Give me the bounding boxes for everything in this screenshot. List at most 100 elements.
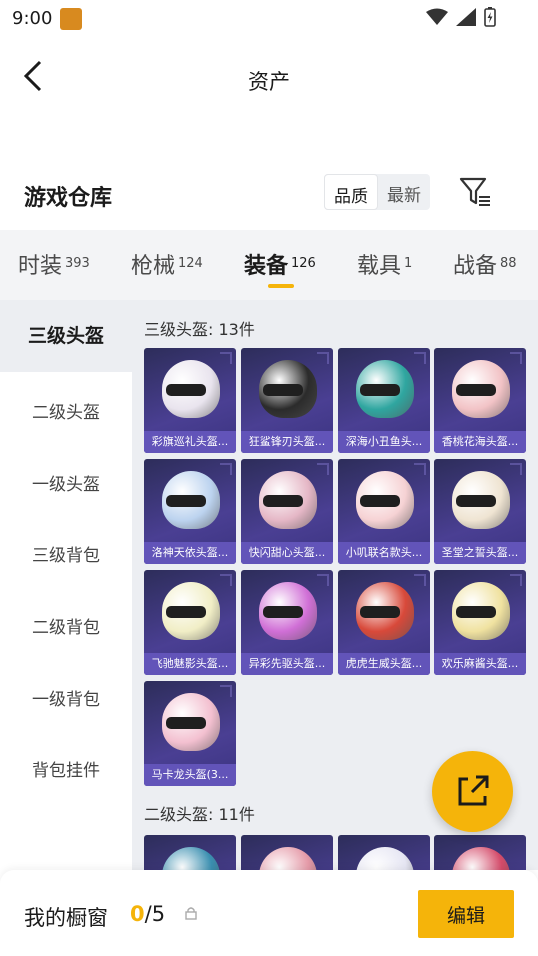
tab-label: 装备 xyxy=(244,254,289,279)
item-card-label: 彩旗巡礼头盔... xyxy=(144,431,236,453)
warehouse-title: 游戏仓库 xyxy=(24,186,113,211)
item-card[interactable] xyxy=(241,835,333,870)
subcategory-sidebar: 三级头盔 二级头盔 一级头盔 三级背包 二级背包 一级背包 背包挂件 xyxy=(0,300,132,870)
card-corner-decoration xyxy=(414,352,426,364)
status-time: 9:00 xyxy=(12,8,53,29)
helmet-visor xyxy=(360,495,400,507)
battery-icon xyxy=(484,7,496,27)
item-card[interactable]: 彩旗巡礼头盔... xyxy=(144,348,236,453)
card-corner-decoration xyxy=(317,463,329,475)
filter-icon[interactable] xyxy=(458,176,492,208)
item-card[interactable]: 洛神天依头盔... xyxy=(144,459,236,564)
sidebar-item-level1-helmet[interactable]: 一级头盔 xyxy=(0,470,132,495)
card-corner-decoration xyxy=(220,685,232,697)
helmet-visor xyxy=(360,606,400,618)
item-card-label: 深海小丑鱼头... xyxy=(338,431,430,453)
card-corner-decoration xyxy=(414,574,426,586)
tab-label: 战备 xyxy=(453,254,498,279)
page-title: 资产 xyxy=(248,70,290,94)
showcase-current: 0 xyxy=(130,902,145,926)
card-corner-decoration xyxy=(220,352,232,364)
group-title-level2-helmet: 二级头盔: 11件 xyxy=(144,805,255,824)
helmet-visor xyxy=(456,495,496,507)
item-card[interactable]: 虎虎生威头盔... xyxy=(338,570,430,675)
tab-active-indicator xyxy=(268,284,294,288)
notification-app-icon xyxy=(60,8,82,30)
item-card[interactable]: 马卡龙头盔(3... xyxy=(144,681,236,786)
external-link-icon xyxy=(458,775,489,806)
wifi-icon xyxy=(426,8,448,25)
card-corner-decoration xyxy=(317,352,329,364)
item-card[interactable]: 快闪甜心头盔... xyxy=(241,459,333,564)
tab-count: 1 xyxy=(404,255,413,271)
helmet-icon xyxy=(259,847,317,870)
sidebar-item-level3-helmet[interactable]: 三级头盔 xyxy=(0,300,132,372)
sidebar-item-level1-backpack[interactable]: 一级背包 xyxy=(0,685,132,710)
sidebar-item-level3-backpack[interactable]: 三级背包 xyxy=(0,541,132,566)
helmet-icon xyxy=(452,847,510,870)
item-card-label: 欢乐麻酱头盔... xyxy=(434,653,526,675)
sidebar-item-backpack-charm[interactable]: 背包挂件 xyxy=(0,756,132,781)
tab-vehicles[interactable]: 载具 1 xyxy=(357,230,412,280)
helmet-visor xyxy=(456,384,496,396)
helmet-visor xyxy=(360,384,400,396)
helmet-visor xyxy=(456,606,496,618)
item-card[interactable]: 异彩先驱头盔... xyxy=(241,570,333,675)
helmet-visor xyxy=(166,384,206,396)
lock-icon xyxy=(185,907,197,920)
item-card-label: 香桃花海头盔... xyxy=(434,431,526,453)
card-corner-decoration xyxy=(220,574,232,586)
helmet-visor xyxy=(263,495,303,507)
tab-label: 枪械 xyxy=(131,254,176,279)
item-card-label: 马卡龙头盔(3... xyxy=(144,764,236,786)
sort-toggle: 品质 最新 xyxy=(324,174,430,210)
card-corner-decoration xyxy=(510,574,522,586)
item-card[interactable] xyxy=(434,835,526,870)
sidebar-item-level2-backpack[interactable]: 二级背包 xyxy=(0,613,132,638)
item-card[interactable]: 飞驰魅影头盔... xyxy=(144,570,236,675)
tab-firearms[interactable]: 枪械 124 xyxy=(131,230,203,280)
tab-count: 124 xyxy=(178,255,203,271)
item-card-label: 异彩先驱头盔... xyxy=(241,653,333,675)
tab-combat-supplies[interactable]: 战备 88 xyxy=(453,230,517,280)
item-card[interactable]: 香桃花海头盔... xyxy=(434,348,526,453)
item-card[interactable]: 圣堂之誓头盔... xyxy=(434,459,526,564)
helmet-visor xyxy=(263,384,303,396)
item-card-label: 快闪甜心头盔... xyxy=(241,542,333,564)
app-header: 资产 xyxy=(0,38,538,118)
item-card[interactable] xyxy=(144,835,236,870)
status-bar: 9:00 xyxy=(0,0,538,38)
tab-equipment[interactable]: 装备 126 xyxy=(244,230,316,288)
item-card-label: 狂鲨锋刃头盔... xyxy=(241,431,333,453)
sidebar-item-level2-helmet[interactable]: 二级头盔 xyxy=(0,398,132,423)
item-card-label: 飞驰魅影头盔... xyxy=(144,653,236,675)
helmet-icon xyxy=(162,847,220,870)
item-card[interactable]: 欢乐麻酱头盔... xyxy=(434,570,526,675)
helmet-visor xyxy=(166,495,206,507)
item-card[interactable] xyxy=(338,835,430,870)
item-card[interactable]: 深海小丑鱼头... xyxy=(338,348,430,453)
item-card[interactable]: 狂鲨锋刃头盔... xyxy=(241,348,333,453)
tab-fashion[interactable]: 时装 393 xyxy=(18,230,90,280)
tab-label: 载具 xyxy=(357,254,402,279)
item-card-label: 小叽联名款头... xyxy=(338,542,430,564)
showcase-total: /5 xyxy=(144,902,166,926)
sort-quality-option[interactable]: 品质 xyxy=(324,174,378,210)
share-fab[interactable] xyxy=(432,751,513,832)
card-corner-decoration xyxy=(414,463,426,475)
item-card-label: 圣堂之誓头盔... xyxy=(434,542,526,564)
helmet-visor xyxy=(166,717,206,729)
helmet-visor xyxy=(263,606,303,618)
tab-count: 88 xyxy=(500,255,517,271)
tab-count: 393 xyxy=(65,255,90,271)
showcase-bar: 我的橱窗 0/5 编辑 xyxy=(0,870,538,956)
status-icons xyxy=(426,7,496,27)
item-card[interactable]: 小叽联名款头... xyxy=(338,459,430,564)
card-corner-decoration xyxy=(510,463,522,475)
edit-button[interactable]: 编辑 xyxy=(418,890,514,938)
item-card-label: 洛神天依头盔... xyxy=(144,542,236,564)
tab-count: 126 xyxy=(291,255,316,271)
showcase-title: 我的橱窗 xyxy=(24,906,108,930)
group-title-level3-helmet: 三级头盔: 13件 xyxy=(144,320,255,339)
sort-newest-option[interactable]: 最新 xyxy=(378,174,430,210)
